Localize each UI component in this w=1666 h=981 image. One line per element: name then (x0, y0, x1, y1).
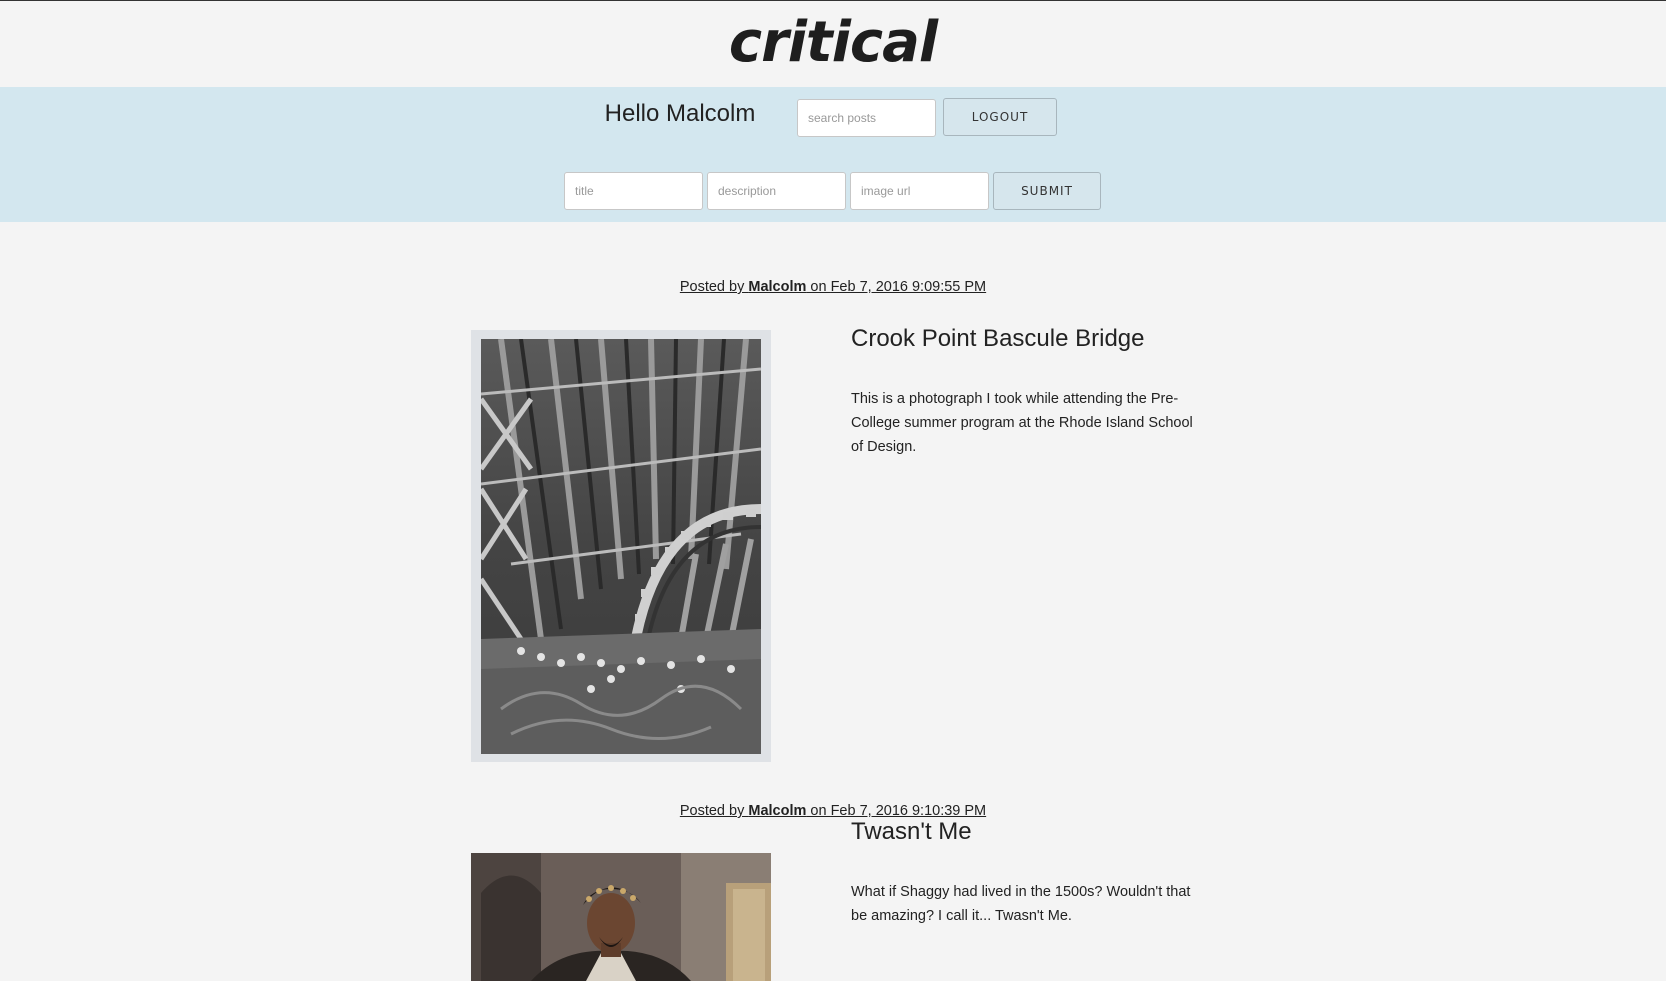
post-meta-mid: on (806, 803, 831, 819)
submit-button[interactable]: SUBMIT (993, 172, 1101, 210)
post-image-bridge (471, 330, 771, 762)
greeting-text: Hello Malcolm (604, 100, 756, 127)
post-title: Twasn't Me (851, 818, 972, 845)
logo-bar: critical (0, 1, 1666, 87)
post-meta-link[interactable]: Posted by Malcolm on Feb 7, 2016 9:09:55… (680, 279, 986, 295)
post-description: What if Shaggy had lived in the 1500s? W… (851, 884, 1191, 924)
post-date: Feb 7, 2016 9:09:55 PM (830, 279, 987, 295)
post-title: Crook Point Bascule Bridge (851, 325, 1145, 352)
bridge-photo (478, 338, 762, 754)
post-meta: Posted by Malcolm on Feb 7, 2016 9:09:55… (0, 277, 1666, 297)
post-author: Malcolm (748, 803, 807, 819)
post-image-portrait (471, 853, 771, 981)
description-input[interactable] (707, 172, 846, 210)
post-meta-prefix: Posted by (679, 279, 749, 295)
image-url-input[interactable] (850, 172, 989, 210)
title-input[interactable] (564, 172, 703, 210)
portrait-photo (471, 853, 771, 981)
post-author: Malcolm (748, 279, 807, 295)
logout-button[interactable]: LOGOUT (943, 98, 1057, 136)
site-logo[interactable]: critical (0, 7, 1666, 79)
post-meta-prefix: Posted by (679, 803, 749, 819)
search-input[interactable] (797, 99, 936, 137)
post-description: This is a photograph I took while attend… (851, 391, 1193, 455)
post-meta-mid: on (806, 279, 831, 295)
post-meta: Posted by Malcolm on Feb 7, 2016 9:10:39… (0, 801, 1666, 821)
